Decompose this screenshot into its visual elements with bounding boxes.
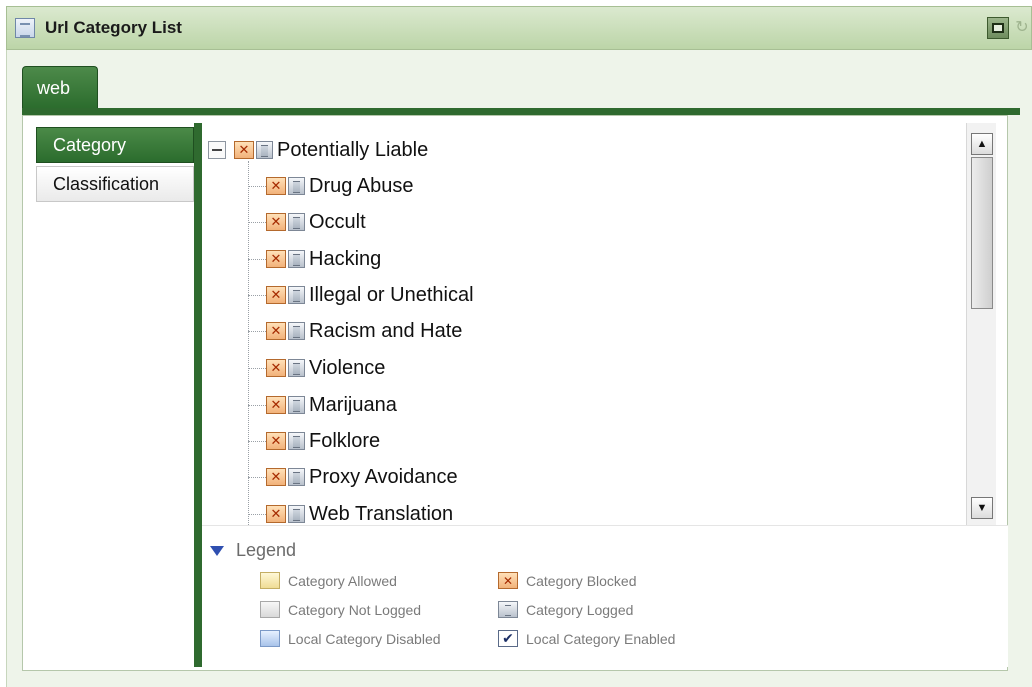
legend-entry: Local Category Disabled: [260, 630, 441, 647]
category-logged-icon[interactable]: [288, 468, 305, 486]
legend-title: Legend: [236, 540, 297, 560]
tree-node-label: Violence: [309, 356, 386, 379]
scrollbar-thumb[interactable]: [971, 157, 993, 309]
category-blocked-icon[interactable]: ✕: [266, 177, 286, 195]
tree-item[interactable]: ✕ Hacking: [248, 246, 381, 272]
category-blocked-icon[interactable]: ✕: [266, 468, 286, 486]
local-category-enabled-icon: ✔: [498, 630, 518, 647]
tree-connector: [248, 330, 266, 332]
legend-label: Category Logged: [526, 601, 634, 618]
tree-item[interactable]: ✕ Folklore: [248, 428, 380, 454]
window-title: Url Category List: [45, 18, 182, 37]
category-blocked-icon[interactable]: ✕: [266, 505, 286, 523]
save-button[interactable]: [987, 17, 1009, 39]
category-logged-icon[interactable]: [288, 286, 305, 304]
legend-label: Category Blocked: [526, 572, 637, 589]
legend-label: Category Allowed: [288, 572, 397, 589]
category-blocked-icon: ✕: [498, 572, 518, 589]
tab-strip: [22, 108, 1020, 115]
category-blocked-icon[interactable]: ✕: [266, 286, 286, 304]
scroll-up-icon[interactable]: ▲: [971, 133, 993, 155]
local-category-disabled-icon: [260, 630, 280, 647]
legend-entry: ✕ Category Blocked: [498, 572, 637, 589]
category-blocked-icon[interactable]: ✕: [266, 359, 286, 377]
tree-connector: [248, 367, 266, 369]
tree-item[interactable]: ✕ Marijuana: [248, 392, 397, 418]
tree-item[interactable]: ✕ Occult: [248, 209, 366, 235]
sidebar-item-classification[interactable]: Classification: [36, 166, 194, 202]
category-logged-icon[interactable]: [288, 359, 305, 377]
tree-node-label: Hacking: [309, 247, 382, 270]
category-blocked-icon[interactable]: ✕: [266, 322, 286, 340]
tree-node-label: Occult: [309, 210, 366, 233]
tree-item[interactable]: ✕ Violence: [248, 355, 385, 381]
tree-root-node[interactable]: ✕ Potentially Liable: [208, 137, 428, 163]
tree-item[interactable]: ✕ Proxy Avoidance: [248, 464, 458, 490]
refresh-icon[interactable]: ↻: [1013, 17, 1031, 39]
tree-connector: [248, 440, 266, 442]
legend-entry: ✔ Local Category Enabled: [498, 630, 675, 647]
window-titlebar: Url Category List ↻: [6, 6, 1032, 50]
tree-node-label: Illegal or Unethical: [309, 283, 474, 306]
legend-toggle[interactable]: Legend: [210, 540, 296, 561]
category-logged-icon[interactable]: [288, 322, 305, 340]
tree-connector: [248, 294, 266, 296]
legend-entry: Category Not Logged: [260, 601, 421, 618]
category-blocked-icon[interactable]: ✕: [266, 396, 286, 414]
tree-connector: [248, 476, 266, 478]
tree-node-label: Drug Abuse: [309, 174, 414, 197]
legend-label: Local Category Enabled: [526, 630, 676, 647]
category-blocked-icon[interactable]: ✕: [266, 213, 286, 231]
category-tree: ✕ Potentially Liable ✕ Drug Abuse ✕ Occu…: [202, 123, 966, 525]
tree-item[interactable]: ✕ Web Translation: [248, 501, 453, 525]
tree-item[interactable]: ✕ Illegal or Unethical: [248, 282, 474, 308]
category-logged-icon: [498, 601, 518, 618]
tree-scrollbar[interactable]: ▲ ▼: [966, 123, 996, 525]
tree-item[interactable]: ✕ Drug Abuse: [248, 173, 414, 199]
category-logged-icon[interactable]: [288, 396, 305, 414]
tree-node-label: Potentially Liable: [277, 138, 429, 161]
category-logged-icon[interactable]: [288, 177, 305, 195]
tree-connector: [248, 258, 266, 260]
category-blocked-icon[interactable]: ✕: [266, 250, 286, 268]
tree-node-label: Marijuana: [309, 393, 397, 416]
tree-node-label: Web Translation: [309, 502, 454, 525]
category-allowed-icon: [260, 572, 280, 589]
legend-label: Category Not Logged: [288, 601, 422, 618]
tree-connector: [248, 404, 266, 406]
expand-triangle-icon: [210, 545, 224, 556]
tree-node-label: Proxy Avoidance: [309, 465, 458, 488]
list-window-icon: [15, 18, 35, 38]
legend-label: Local Category Disabled: [288, 630, 441, 647]
tree-node-label: Folklore: [309, 429, 381, 452]
legend-panel: Legend Category Allowed ✕ Category Block…: [202, 525, 1008, 667]
tree-item[interactable]: ✕ Racism and Hate: [248, 318, 462, 344]
save-icon: [992, 23, 1004, 33]
tab-web[interactable]: web: [22, 66, 98, 110]
category-logged-icon[interactable]: [256, 141, 273, 159]
tree-connector: [248, 221, 266, 223]
tree-connector: [248, 513, 266, 515]
panel-divider: [194, 123, 202, 667]
tree-node-label: Racism and Hate: [309, 319, 463, 342]
tree-connector: [248, 185, 266, 187]
category-not-logged-icon: [260, 601, 280, 618]
legend-entry: Category Logged: [498, 601, 633, 618]
category-logged-icon[interactable]: [288, 213, 305, 231]
category-blocked-icon[interactable]: ✕: [234, 141, 254, 159]
sidebar-item-category[interactable]: Category: [36, 127, 194, 163]
legend-entry: Category Allowed: [260, 572, 397, 589]
category-logged-icon[interactable]: [288, 250, 305, 268]
title-buttons: ↻: [987, 17, 1031, 39]
collapse-icon[interactable]: [208, 141, 226, 159]
category-logged-icon[interactable]: [288, 505, 305, 523]
scroll-down-icon[interactable]: ▼: [971, 497, 993, 519]
category-blocked-icon[interactable]: ✕: [266, 432, 286, 450]
category-logged-icon[interactable]: [288, 432, 305, 450]
